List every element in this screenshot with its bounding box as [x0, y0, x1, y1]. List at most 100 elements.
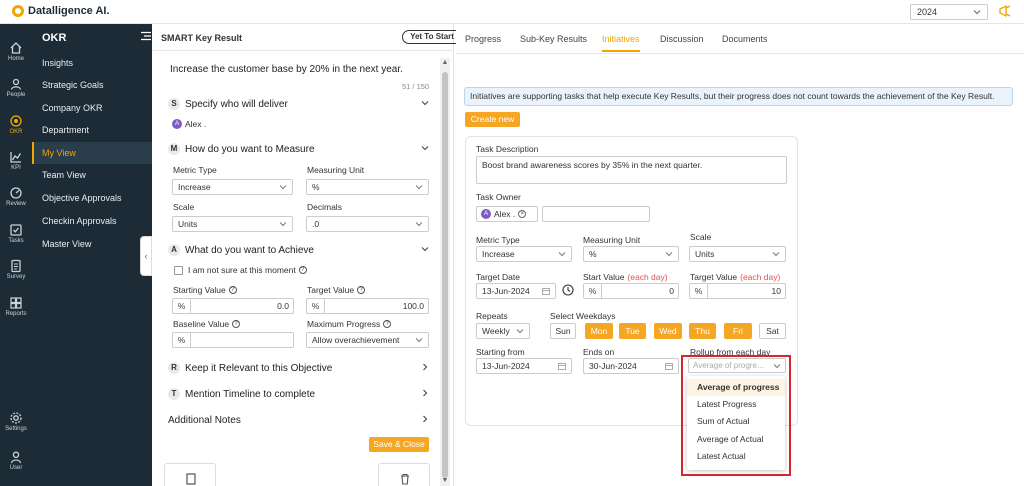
baseline-value-input[interactable]: % — [172, 332, 294, 348]
year-select[interactable]: 2024 — [910, 4, 988, 20]
starting-from-input[interactable]: 13-Jun-2024 — [476, 358, 572, 374]
sidebar-item-objective-approvals[interactable]: Objective Approvals — [32, 187, 152, 209]
clock-icon[interactable] — [562, 284, 574, 296]
scroll-up-icon[interactable]: ▲ — [440, 58, 450, 68]
brand-logo[interactable]: Datalligence AI. — [12, 5, 110, 17]
starting-value-text: Starting Value — [173, 285, 226, 295]
weekday-sat[interactable]: Sat — [759, 323, 786, 339]
start-value-note: (each day) — [627, 272, 668, 282]
sidebar-item-master-view[interactable]: Master View — [32, 233, 152, 255]
sidebar-item-company-okr[interactable]: Company OKR — [32, 97, 152, 119]
rail-people-label: People — [6, 92, 26, 98]
section-timeline[interactable]: T Mention Timeline to complete — [168, 387, 430, 401]
task-target-value-input[interactable]: % 10 — [689, 283, 786, 299]
section-additional-notes[interactable]: Additional Notes — [168, 413, 430, 427]
not-sure-label: I am not sure at this moment ? — [188, 265, 307, 275]
scale-select[interactable]: Units — [172, 216, 293, 232]
weekday-wed[interactable]: Wed — [654, 323, 682, 339]
scroll-down-icon[interactable]: ▼ — [440, 476, 450, 486]
metric-type-select[interactable]: Increase — [172, 179, 293, 195]
chevron-down-icon — [421, 247, 429, 252]
remove-owner-icon[interactable]: × — [518, 210, 527, 218]
rail-review[interactable]: Review — [0, 182, 32, 212]
section-measure[interactable]: M How do you want to Measure — [168, 142, 430, 156]
task-owner-search-input[interactable] — [542, 206, 650, 222]
character-count: 51 / 150 — [402, 82, 430, 91]
weekday-tue[interactable]: Tue — [619, 323, 646, 339]
rail-kpi[interactable]: KPI — [0, 146, 32, 176]
task-owner-chip[interactable]: A Alex . × — [476, 206, 538, 222]
tab-sub-key-results[interactable]: Sub-Key Results — [520, 34, 587, 50]
create-new-button[interactable]: Create new — [465, 112, 520, 127]
rail-user[interactable]: User — [0, 446, 32, 476]
target-value-label: Target Value ? — [307, 285, 366, 295]
ends-on-input[interactable]: 30-Jun-2024 — [583, 358, 679, 374]
document-card[interactable] — [164, 463, 216, 486]
not-sure-checkbox[interactable] — [174, 266, 183, 275]
repeats-select[interactable]: Weekly — [476, 323, 530, 339]
key-result-statement[interactable]: Increase the customer base by 20% in the… — [170, 64, 403, 75]
target-value-input[interactable]: % 100.0 — [306, 298, 429, 314]
owner-chip[interactable]: A Alex . — [172, 119, 206, 129]
section-relevant[interactable]: R Keep it Relevant to this Objective — [168, 361, 430, 375]
help-icon[interactable]: ? — [232, 320, 241, 328]
tab-discussion[interactable]: Discussion — [660, 34, 704, 50]
max-progress-select[interactable]: Allow overachievement — [306, 332, 429, 348]
chevron-down-icon — [558, 252, 566, 257]
brand-name: Datalligence AI. — [28, 5, 110, 17]
rail-tasks[interactable]: Tasks — [0, 219, 32, 249]
section-label: How do you want to Measure — [185, 143, 315, 155]
task-metric-type-select[interactable]: Increase — [476, 246, 572, 262]
weekday-thu[interactable]: Thu — [689, 323, 716, 339]
weekday-fri[interactable]: Fri — [724, 323, 752, 339]
avatar: A — [172, 119, 182, 129]
sidebar-item-department[interactable]: Department — [32, 119, 152, 141]
chevron-right-icon — [423, 415, 428, 423]
section-achieve[interactable]: A What do you want to Achieve — [168, 243, 430, 257]
measuring-unit-select[interactable]: % — [306, 179, 429, 195]
scroll-thumb[interactable] — [442, 72, 448, 478]
rail-okr[interactable]: OKR — [0, 110, 32, 140]
chevron-down-icon — [421, 101, 429, 106]
tab-initiatives[interactable]: Initiatives — [602, 34, 640, 52]
sidebar-item-checkin-approvals[interactable]: Checkin Approvals — [32, 210, 152, 232]
owner-name: Alex . — [185, 119, 207, 129]
status-badge[interactable]: Yet To Start — [402, 30, 462, 44]
delete-card[interactable] — [378, 463, 430, 486]
starting-value-input[interactable]: % 0.0 — [172, 298, 294, 314]
max-progress-label: Maximum Progress ? — [307, 319, 392, 329]
help-icon[interactable]: ? — [228, 286, 237, 294]
decimals-select[interactable]: .0 — [306, 216, 429, 232]
rail-reports[interactable]: Reports — [0, 292, 32, 322]
target-date-input[interactable]: 13-Jun-2024 — [476, 283, 556, 299]
sidebar-item-insights[interactable]: Insights — [32, 52, 152, 74]
help-icon[interactable]: ? — [383, 320, 392, 328]
task-scale-select[interactable]: Units — [689, 246, 786, 262]
rail-home[interactable]: Home — [0, 37, 32, 67]
panel-title: SMART Key Result — [161, 33, 243, 43]
help-icon[interactable]: ? — [357, 286, 366, 294]
task-measuring-unit-select[interactable]: % — [583, 246, 679, 262]
sidebar-item-my-view[interactable]: My View — [32, 142, 152, 164]
sidebar-item-team-view[interactable]: Team View — [32, 164, 152, 186]
tab-documents[interactable]: Documents — [722, 34, 768, 50]
tab-progress[interactable]: Progress — [465, 34, 501, 50]
start-value-input[interactable]: % 0 — [583, 283, 679, 299]
rail-survey[interactable]: Survey — [0, 255, 32, 285]
megaphone-icon[interactable] — [998, 4, 1012, 18]
section-label: Mention Timeline to complete — [185, 388, 316, 400]
section-specify[interactable]: S Specify who will deliver — [168, 97, 430, 111]
left-panel-scrollbar[interactable]: ▲ ▼ — [440, 58, 450, 486]
menu-collapse-icon[interactable] — [140, 31, 152, 41]
sidebar-item-strategic-goals[interactable]: Strategic Goals — [32, 74, 152, 96]
rail-settings[interactable]: Settings — [0, 407, 32, 437]
weekday-sun[interactable]: Sun — [550, 323, 576, 339]
panel-collapse-handle[interactable]: ‹ — [140, 236, 152, 276]
metric-type-value: Increase — [178, 182, 211, 192]
weekday-mon[interactable]: Mon — [585, 323, 613, 339]
task-description-input[interactable]: Boost brand awareness scores by 35% in t… — [476, 156, 787, 184]
help-icon[interactable]: ? — [298, 266, 307, 274]
save-close-button[interactable]: Save & Close — [369, 437, 429, 452]
target-value-text: Target Value — [307, 285, 355, 295]
rail-people[interactable]: People — [0, 73, 32, 103]
